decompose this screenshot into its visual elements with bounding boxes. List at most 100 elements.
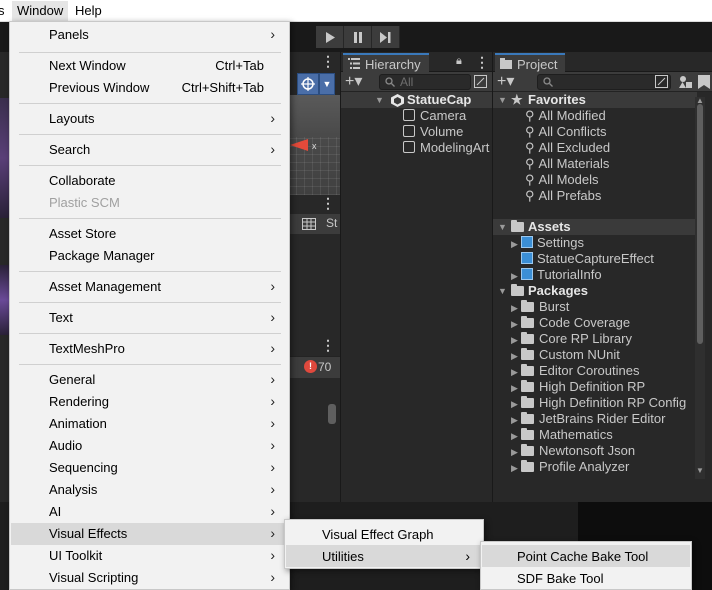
- menu-item-asset-management[interactable]: Asset Management ›: [11, 276, 289, 298]
- menu-item-search[interactable]: Search ›: [11, 139, 289, 161]
- error-icon[interactable]: !: [304, 360, 317, 373]
- collapse-arrow-icon[interactable]: ▶: [511, 380, 521, 396]
- menu-item-animation[interactable]: Animation ›: [11, 413, 289, 435]
- hierarchy-item[interactable]: Volume: [403, 124, 493, 140]
- collapse-arrow-icon[interactable]: ▶: [511, 444, 521, 460]
- collapse-arrow-icon[interactable]: ▶: [511, 332, 521, 348]
- expand-arrow-icon[interactable]: ▼: [375, 92, 384, 108]
- project-create-button[interactable]: +▾: [497, 73, 514, 90]
- menu-item-sequencing[interactable]: Sequencing ›: [11, 457, 289, 479]
- menu-item-previous-window[interactable]: Previous Window Ctrl+Shift+Tab: [11, 77, 289, 99]
- collapse-arrow-icon[interactable]: ▶: [511, 348, 521, 364]
- menu-help[interactable]: Help: [75, 3, 102, 18]
- collapse-arrow-icon[interactable]: ▶: [511, 300, 521, 316]
- package-item[interactable]: ▶ Burst: [511, 299, 569, 315]
- menu-item-layouts[interactable]: Layouts ›: [11, 108, 289, 130]
- collapse-arrow-icon[interactable]: ▶: [511, 396, 521, 412]
- hierarchy-more-icon[interactable]: ⋮: [475, 55, 489, 69]
- package-item[interactable]: ▶ JetBrains Rider Editor: [511, 411, 665, 427]
- menu-item-visual-effects[interactable]: Visual Effects ›: [11, 523, 289, 545]
- asset-item[interactable]: ▶ Settings: [511, 235, 584, 251]
- play-button[interactable]: [316, 26, 344, 48]
- favorite-item[interactable]: ⚲ All Models: [525, 172, 599, 188]
- expand-arrow-icon[interactable]: ▼: [498, 283, 507, 299]
- hierarchy-item[interactable]: Camera: [403, 108, 493, 124]
- search-options-icon[interactable]: [655, 75, 668, 88]
- filter-type-icon[interactable]: [679, 75, 693, 89]
- scroll-down-icon[interactable]: ▼: [696, 466, 704, 475]
- gizmos-button[interactable]: [297, 73, 319, 95]
- menu-item-text[interactable]: Text ›: [11, 307, 289, 329]
- favorite-item[interactable]: ⚲ All Modified: [525, 108, 606, 124]
- menu-item-analysis[interactable]: Analysis ›: [11, 479, 289, 501]
- menu-previous-item[interactable]: s: [0, 3, 5, 18]
- console-scrollbar[interactable]: [328, 404, 336, 424]
- hierarchy-scene-root[interactable]: ▼ StatueCap: [341, 92, 492, 108]
- collapse-arrow-icon[interactable]: ▶: [511, 364, 521, 380]
- console-more-icon[interactable]: ⋮: [321, 338, 335, 352]
- collapse-arrow-icon[interactable]: ▶: [511, 412, 521, 428]
- favorites-header[interactable]: ▼ ★ Favorites: [493, 92, 697, 108]
- project-scrollbar-thumb[interactable]: [697, 104, 703, 344]
- scene-viewport[interactable]: x: [288, 95, 340, 195]
- pause-button[interactable]: [344, 26, 372, 48]
- menu-item-next-window[interactable]: Next Window Ctrl+Tab: [11, 55, 289, 77]
- gizmos-dropdown[interactable]: ▼: [319, 73, 335, 95]
- collapse-arrow-icon[interactable]: ▶: [511, 236, 521, 252]
- packages-header[interactable]: ▼ Packages: [493, 283, 697, 299]
- asset-item[interactable]: ▶ TutorialInfo: [511, 267, 602, 283]
- menu-item-point-cache-bake-tool[interactable]: Point Cache Bake Tool: [482, 545, 690, 567]
- scroll-up-icon[interactable]: ▲: [696, 96, 704, 105]
- menu-item-ai[interactable]: AI ›: [11, 501, 289, 523]
- menu-item-package-manager[interactable]: Package Manager: [11, 245, 289, 267]
- package-item[interactable]: ▶ Editor Coroutines: [511, 363, 639, 379]
- collapse-arrow-icon[interactable]: ▶: [511, 316, 521, 332]
- package-item[interactable]: ▶ Newtonsoft Json: [511, 443, 635, 459]
- tab-project[interactable]: Project: [495, 53, 566, 72]
- favorite-item[interactable]: ⚲ All Prefabs: [525, 188, 601, 204]
- scene-more-icon[interactable]: ⋮: [321, 54, 335, 68]
- favorite-item[interactable]: ⚲ All Materials: [525, 156, 609, 172]
- collapse-arrow-icon[interactable]: ▶: [511, 460, 521, 476]
- menu-item-panels[interactable]: Panels ›: [11, 24, 289, 46]
- search-options-icon[interactable]: [474, 75, 487, 88]
- menu-item-sdf-bake-tool[interactable]: SDF Bake Tool: [482, 567, 690, 589]
- hierarchy-item[interactable]: ModelingArt: [403, 140, 493, 156]
- menu-window[interactable]: Window: [12, 1, 69, 21]
- package-item[interactable]: ▶ Code Coverage: [511, 315, 630, 331]
- filter-label-icon[interactable]: [698, 75, 710, 89]
- package-item[interactable]: ▶ Custom NUnit: [511, 347, 620, 363]
- hierarchy-search-input[interactable]: All: [379, 74, 471, 90]
- menu-item-utilities[interactable]: Utilities ›: [286, 545, 482, 567]
- favorite-item[interactable]: ⚲ All Excluded: [525, 140, 610, 156]
- grid-icon[interactable]: [302, 218, 316, 230]
- menu-item-audio[interactable]: Audio ›: [11, 435, 289, 457]
- menu-item-label: Animation: [49, 416, 107, 431]
- menu-item-rendering[interactable]: Rendering ›: [11, 391, 289, 413]
- asset-item[interactable]: StatueCaptureEffect: [521, 251, 654, 267]
- create-button[interactable]: +▾: [345, 73, 362, 90]
- project-search-input[interactable]: [537, 74, 671, 90]
- package-item[interactable]: ▶ Profile Analyzer: [511, 459, 629, 475]
- menu-item-visual-scripting[interactable]: Visual Scripting ›: [11, 567, 289, 589]
- assets-header[interactable]: ▼ Assets: [493, 219, 697, 235]
- favorite-item[interactable]: ⚲ All Conflicts: [525, 124, 606, 140]
- step-button[interactable]: [372, 26, 400, 48]
- package-item[interactable]: ▶ High Definition RP: [511, 379, 645, 395]
- collapse-arrow-icon[interactable]: ▶: [511, 268, 521, 284]
- menu-item-visual-effect-graph[interactable]: Visual Effect Graph: [286, 523, 482, 545]
- collapse-arrow-icon[interactable]: ▶: [511, 428, 521, 444]
- lock-icon[interactable]: 🔒︎: [456, 55, 462, 68]
- package-item[interactable]: ▶ High Definition RP Config: [511, 395, 686, 411]
- scene-panel-more-icon[interactable]: ⋮: [321, 196, 335, 210]
- menu-item-asset-store[interactable]: Asset Store: [11, 223, 289, 245]
- package-item[interactable]: ▶ Mathematics: [511, 427, 613, 443]
- tab-hierarchy[interactable]: Hierarchy: [343, 53, 429, 72]
- menu-item-ui-toolkit[interactable]: UI Toolkit ›: [11, 545, 289, 567]
- menu-item-general[interactable]: General ›: [11, 369, 289, 391]
- expand-arrow-icon[interactable]: ▼: [498, 219, 507, 235]
- menu-item-textmeshpro[interactable]: TextMeshPro ›: [11, 338, 289, 360]
- package-item[interactable]: ▶ Core RP Library: [511, 331, 632, 347]
- menu-item-collaborate[interactable]: Collaborate: [11, 170, 289, 192]
- expand-arrow-icon[interactable]: ▼: [498, 92, 507, 108]
